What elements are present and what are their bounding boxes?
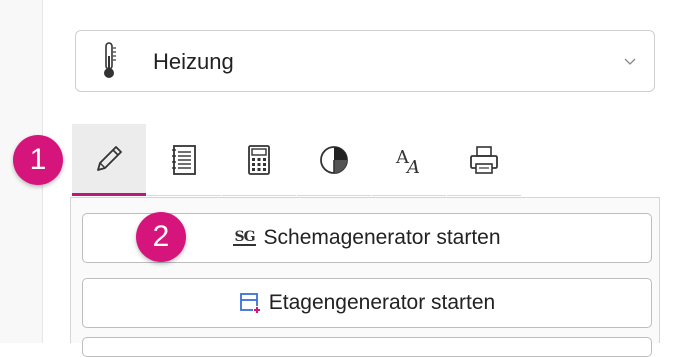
tab-edit[interactable] [72, 124, 146, 196]
dropdown-selected-label: Heizung [153, 49, 234, 74]
callout-badge-2: 2 [136, 212, 186, 262]
pencil-icon [97, 145, 122, 171]
partial-button[interactable] [82, 337, 652, 357]
thermometer-icon [104, 42, 116, 78]
schemagenerator-label: Schemagenerator starten [263, 226, 501, 249]
tab-notebook[interactable] [147, 124, 221, 196]
tool-tab-bar: A A [72, 124, 522, 198]
category-dropdown[interactable]: Heizung [75, 30, 655, 92]
chevron-down-icon [624, 58, 636, 65]
etagengenerator-label: Etagengenerator starten [268, 291, 496, 314]
schema-generator-icon: SG [233, 229, 256, 246]
tab-font-size[interactable]: A A [372, 124, 446, 196]
calculator-icon [248, 144, 270, 175]
notebook-icon [172, 144, 196, 175]
svg-text:A: A [405, 157, 420, 177]
font-size-icon: A A [395, 147, 420, 177]
tab-print[interactable] [447, 124, 521, 196]
tab-chart[interactable] [297, 124, 371, 196]
callout-badge-1: 1 [13, 135, 63, 185]
printer-icon [470, 145, 498, 174]
etagengenerator-button[interactable]: Etagengenerator starten [82, 278, 652, 328]
floor-generator-icon [239, 293, 261, 314]
tab-calculator[interactable] [222, 124, 296, 196]
pie-chart-icon [320, 145, 348, 174]
